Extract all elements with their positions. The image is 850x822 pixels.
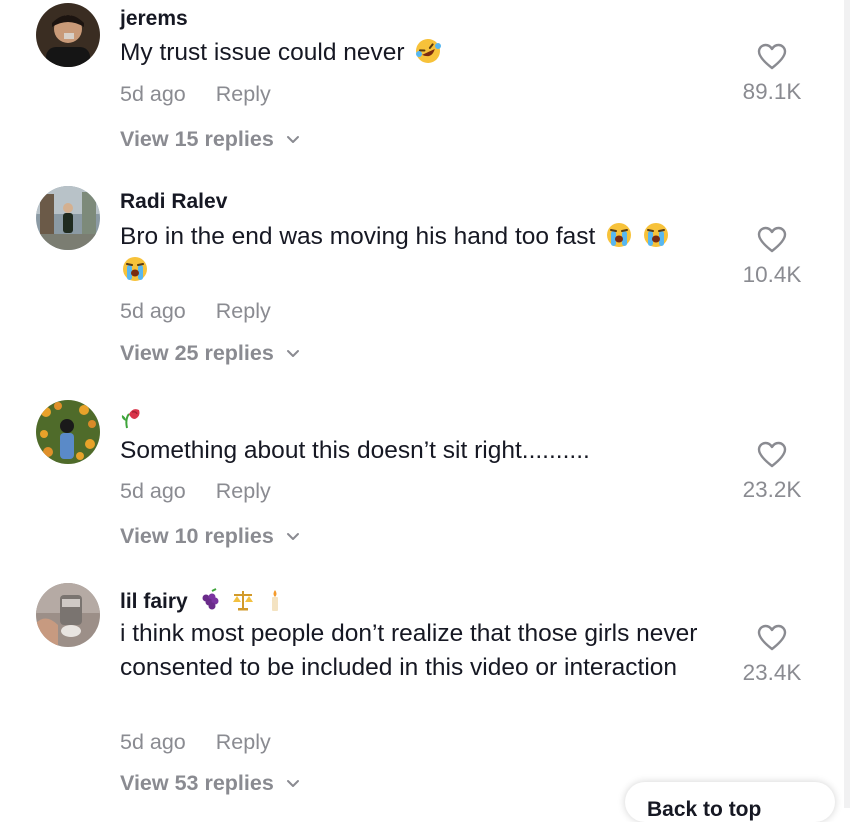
reply-button[interactable]: Reply	[216, 479, 271, 503]
view-replies-label: View 53 replies	[120, 771, 274, 795]
comment-text-content: Bro in the end was moving his hand too f…	[120, 223, 596, 250]
chevron-down-icon	[286, 350, 299, 358]
heart-icon[interactable]	[757, 441, 787, 469]
like-count: 23.4K	[742, 660, 802, 685]
comment-username[interactable]: lil fairy	[120, 588, 285, 614]
like-control: 23.4K	[727, 624, 817, 686]
comment-meta: 5d ago Reply	[120, 730, 271, 755]
view-replies-button[interactable]: View 25 replies	[120, 341, 300, 366]
crying-face-emoji	[123, 257, 147, 281]
scrollbar-track[interactable]	[844, 0, 850, 808]
comment-text: i think most people don’t realize that t…	[120, 620, 698, 681]
comment-text: Something about this doesn’t sit right..…	[120, 437, 590, 464]
comment-time: 5d ago	[120, 730, 186, 754]
like-control: 10.4K	[727, 226, 817, 288]
comment-username[interactable]: Radi Ralev	[120, 190, 227, 214]
crying-face-emoji	[643, 223, 668, 247]
view-replies-label: View 25 replies	[120, 341, 274, 365]
heart-icon[interactable]	[757, 226, 787, 254]
like-count: 23.2K	[742, 477, 802, 502]
crying-face-emoji	[607, 223, 632, 247]
grapes-emoji	[202, 588, 219, 610]
back-to-top-label: Back to top	[647, 798, 762, 821]
chevron-down-icon	[286, 533, 299, 541]
comment-time: 5d ago	[120, 299, 186, 323]
view-replies-label: View 10 replies	[120, 524, 274, 548]
comment-time: 5d ago	[120, 479, 186, 503]
avatar[interactable]	[36, 400, 100, 464]
comment-item: lil fairy i think most people don’t real…	[0, 0, 850, 795]
comment-username-text: lil fairy	[120, 590, 188, 613]
view-replies-button[interactable]: View 10 replies	[120, 524, 300, 549]
reply-button[interactable]: Reply	[216, 730, 271, 754]
comment-meta: 5d ago Reply	[120, 479, 271, 504]
wilted-flower-emoji	[121, 409, 140, 429]
avatar[interactable]	[36, 186, 100, 250]
chevron-down-icon	[286, 780, 299, 788]
reply-button[interactable]: Reply	[216, 299, 271, 323]
heart-icon[interactable]	[757, 624, 787, 652]
candle-emoji	[272, 590, 279, 611]
comment-text: Bro in the end was moving his hand too f…	[120, 220, 720, 288]
comment-username[interactable]	[120, 405, 142, 432]
view-replies-button[interactable]: View 53 replies	[120, 771, 300, 796]
like-control: 23.2K	[727, 441, 817, 503]
like-count: 10.4K	[742, 262, 802, 287]
comment-meta: 5d ago Reply	[120, 299, 271, 324]
back-to-top-button[interactable]: Back to top	[625, 782, 835, 822]
avatar[interactable]	[36, 583, 100, 647]
balance-scale-emoji	[233, 591, 254, 611]
